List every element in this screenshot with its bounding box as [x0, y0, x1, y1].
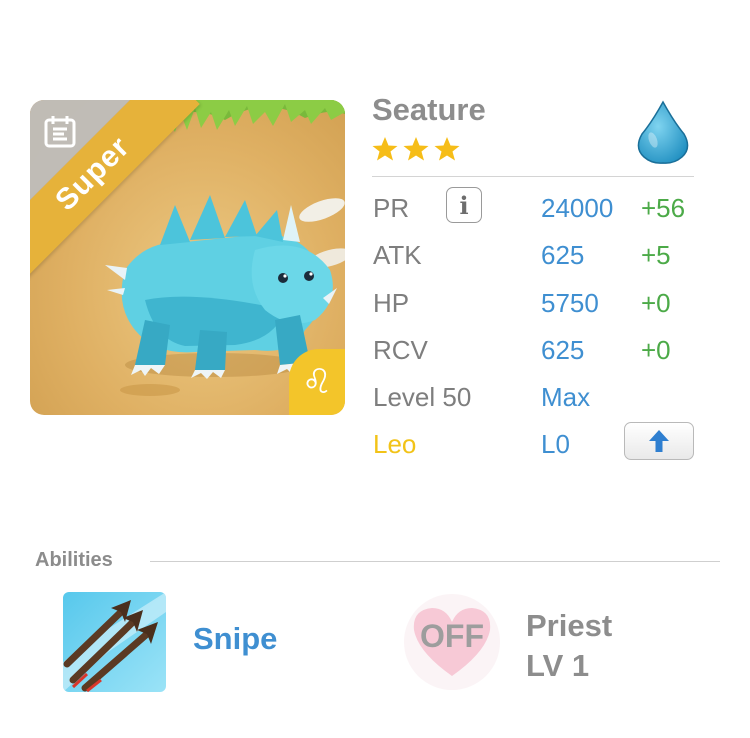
- stat-bonus-pr: +56: [641, 193, 686, 223]
- stat-value-pr: 24000: [541, 193, 614, 223]
- stat-value-hp: 5750: [541, 288, 599, 318]
- stat-label-pr: PR: [373, 193, 410, 223]
- level-label: Level 50: [373, 382, 472, 412]
- monster-card[interactable]: Super ♌: [30, 100, 345, 415]
- arrows-icon[interactable]: [63, 592, 166, 692]
- leader-skill-name[interactable]: Priest: [526, 608, 612, 644]
- leader-status: OFF: [420, 618, 484, 654]
- zodiac-leo-icon: ♌: [289, 349, 345, 415]
- stat-bonus-rcv: +0: [641, 335, 671, 365]
- memo-icon[interactable]: [42, 114, 78, 150]
- stat-value-atk: 625: [541, 240, 585, 270]
- water-drop-icon: [637, 100, 689, 164]
- stat-label-atk: ATK: [373, 240, 422, 270]
- zodiac-upgrade-button[interactable]: [624, 422, 694, 460]
- rarity-stars: [372, 137, 460, 161]
- monster-name: Seature: [372, 92, 486, 127]
- arrow-up-icon: [649, 430, 669, 452]
- stat-label-rcv: RCV: [373, 335, 428, 365]
- star-icon: [372, 137, 398, 161]
- zodiac-label: Leo: [373, 429, 417, 459]
- skill-name[interactable]: Snipe: [193, 621, 277, 657]
- stat-label-hp: HP: [373, 288, 410, 318]
- stat-bonus-hp: +0: [641, 288, 671, 318]
- star-icon: [403, 137, 429, 161]
- abilities-section-label: Abilities: [35, 549, 113, 571]
- stats-divider: [372, 176, 694, 177]
- zodiac-level-value: L0: [541, 429, 570, 459]
- info-button[interactable]: i: [446, 187, 482, 223]
- leader-skill-level: LV 1: [526, 648, 590, 683]
- stat-value-rcv: 625: [541, 335, 585, 365]
- abilities-divider: [150, 561, 720, 562]
- stat-bonus-atk: +5: [641, 240, 671, 270]
- level-value: Max: [541, 382, 591, 412]
- star-icon: [434, 137, 460, 161]
